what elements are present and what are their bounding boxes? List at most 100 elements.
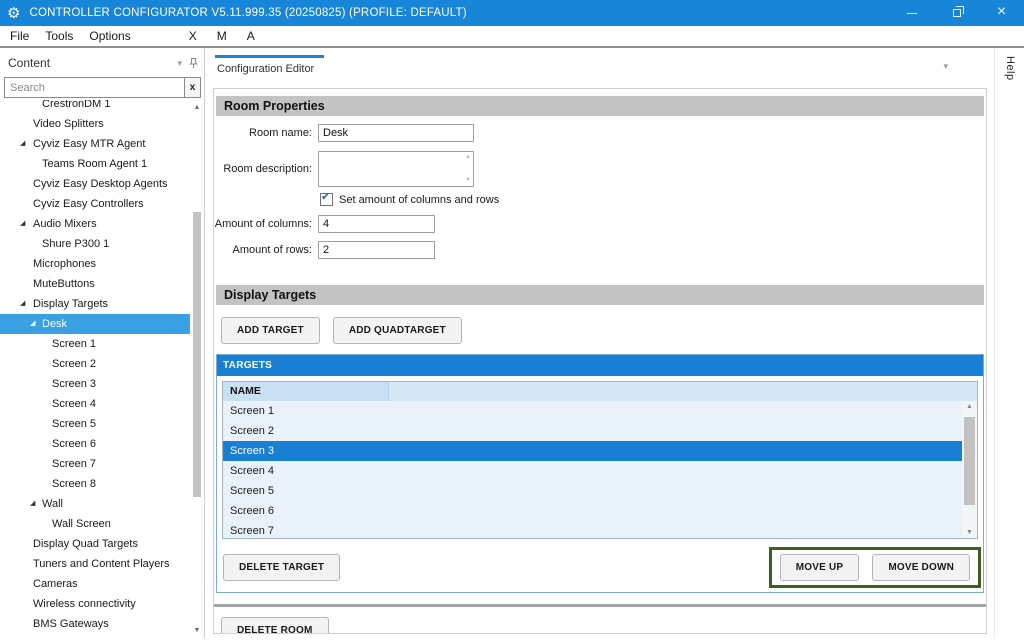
tree-item-tuners-and-content-players[interactable]: Tuners and Content Players (0, 554, 190, 574)
menu-a[interactable]: A (237, 29, 265, 43)
target-row-screen-4[interactable]: Screen 4 (223, 461, 962, 481)
panel-title: Content (8, 56, 50, 70)
tree-item-display-targets[interactable]: ◢Display Targets (0, 294, 190, 314)
scroll-down-icon[interactable]: ▼ (465, 177, 471, 183)
tree-item-label: Wall (42, 498, 63, 510)
delete-room-row: DELETE ROOM (214, 607, 986, 634)
tree-item-screen-5[interactable]: Screen 5 (0, 414, 190, 434)
room-name-input[interactable] (318, 124, 474, 142)
set-amount-label: Set amount of columns and rows (339, 194, 499, 206)
minimize-button[interactable] (889, 0, 934, 26)
scroll-up-icon[interactable]: ▲ (191, 104, 203, 111)
add-quadtarget-button[interactable]: ADD QUADTARGET (333, 317, 462, 344)
tree-scrollbar-thumb[interactable] (193, 212, 201, 497)
move-down-button[interactable]: MOVE DOWN (872, 554, 970, 581)
tree-item-wall-screen[interactable]: Wall Screen (0, 514, 190, 534)
tree-item-screen-2[interactable]: Screen 2 (0, 354, 190, 374)
tree-item-bms-gateways[interactable]: BMS Gateways (0, 614, 190, 634)
scroll-up-icon[interactable]: ▲ (962, 403, 977, 410)
tree-item-shure-p300-1[interactable]: Shure P300 1 (0, 234, 190, 254)
tree-item-screen-4[interactable]: Screen 4 (0, 394, 190, 414)
search-input[interactable] (4, 77, 185, 98)
scroll-down-icon[interactable]: ▼ (962, 529, 977, 536)
expander-icon[interactable]: ◢ (30, 314, 35, 334)
scroll-down-icon[interactable]: ▼ (191, 627, 203, 634)
tree-item-video-splitters[interactable]: Video Splitters (0, 114, 190, 134)
tree-item-display-quad-targets[interactable]: Display Quad Targets (0, 534, 190, 554)
target-row-screen-1[interactable]: Screen 1 (223, 401, 962, 421)
tree-item-screen-6[interactable]: Screen 6 (0, 434, 190, 454)
tree-item-screen-3[interactable]: Screen 3 (0, 374, 190, 394)
tree-scrollbar[interactable]: ▲ ▼ (191, 102, 203, 636)
expander-icon[interactable]: ◢ (20, 134, 25, 154)
scroll-up-icon[interactable]: ▲ (465, 154, 471, 160)
tab-configuration-editor[interactable]: Configuration Editor (215, 55, 324, 81)
set-amount-checkbox[interactable]: ✔ (320, 193, 333, 206)
tree-item-label: Cameras (33, 578, 78, 590)
content-panel-header: Content ▾ (0, 52, 204, 74)
menu-file[interactable]: File (2, 29, 37, 43)
delete-target-button[interactable]: DELETE TARGET (223, 554, 340, 581)
tree-item-mutebuttons[interactable]: MuteButtons (0, 274, 190, 294)
check-icon: ✔ (321, 191, 330, 203)
add-target-button[interactable]: ADD TARGET (221, 317, 320, 344)
tree-item-label: Screen 5 (52, 418, 96, 430)
amount-rows-row: Amount of rows: (214, 241, 986, 259)
menu-m[interactable]: M (207, 29, 237, 43)
room-properties-header: Room Properties (216, 96, 984, 116)
search-clear-button[interactable]: x (185, 77, 201, 98)
tree-item-label: Screen 1 (52, 338, 96, 350)
tree-item-crestrondm-1[interactable]: CrestronDM 1 (0, 100, 190, 114)
room-description-input[interactable] (318, 151, 474, 187)
targets-scrollbar[interactable]: ▲ ▼ (962, 401, 977, 538)
content-tree: CrestronDM 1Video Splitters◢Cyviz Easy M… (0, 100, 204, 640)
target-row-screen-7[interactable]: Screen 7 (223, 521, 962, 538)
amount-columns-label: Amount of columns: (214, 218, 312, 230)
menu-options[interactable]: Options (81, 29, 138, 43)
targets-scrollbar-thumb[interactable] (964, 417, 975, 505)
tree-item-label: BMS Gateways (33, 618, 109, 630)
tree-item-wall[interactable]: ◢ Wall (0, 494, 190, 514)
pin-icon[interactable] (189, 58, 198, 69)
tree-item-cyviz-easy-controllers[interactable]: Cyviz Easy Controllers (0, 194, 190, 214)
expander-icon[interactable]: ◢ (20, 214, 25, 234)
tree-item-teams-room-agent-1[interactable]: Teams Room Agent 1 (0, 154, 190, 174)
room-name-row: Room name: (214, 124, 986, 142)
tree-item-microphones[interactable]: Microphones (0, 254, 190, 274)
tree-item-cyviz-easy-desktop-agents[interactable]: Cyviz Easy Desktop Agents (0, 174, 190, 194)
menu-tools[interactable]: Tools (37, 29, 81, 43)
move-up-button[interactable]: MOVE UP (780, 554, 860, 581)
amount-columns-row: Amount of columns: (214, 215, 986, 233)
close-button[interactable]: × (979, 0, 1024, 26)
target-row-screen-5[interactable]: Screen 5 (223, 481, 962, 501)
tree-item-label: Cyviz Easy Controllers (33, 198, 144, 210)
tree-item-audio-mixers[interactable]: ◢Audio Mixers (0, 214, 190, 234)
menu-x[interactable]: X (179, 29, 207, 43)
expander-icon[interactable]: ◢ (20, 294, 25, 314)
room-description-label: Room description: (214, 163, 312, 175)
amount-columns-input[interactable] (318, 215, 435, 233)
target-row-screen-3[interactable]: Screen 3 (223, 441, 962, 461)
targets-group-title: TARGETS (217, 355, 983, 376)
targets-group: TARGETS NAME Screen 1Screen 2Screen 3Scr… (216, 354, 984, 593)
tree-item-screen-1[interactable]: Screen 1 (0, 334, 190, 354)
name-column-header[interactable]: NAME (223, 382, 389, 401)
targets-list-header: NAME (223, 382, 977, 401)
chevron-down-icon[interactable]: ▾ (177, 58, 182, 69)
tree-item-label: Wall Screen (52, 518, 111, 530)
restore-button[interactable] (934, 0, 979, 26)
tab-help[interactable]: Help (1004, 56, 1016, 81)
target-row-screen-6[interactable]: Screen 6 (223, 501, 962, 521)
tree-item-cyviz-easy-mtr-agent[interactable]: ◢Cyviz Easy MTR Agent (0, 134, 190, 154)
tree-item-screen-7[interactable]: Screen 7 (0, 454, 190, 474)
tree-item-cameras[interactable]: Cameras (0, 574, 190, 594)
tree-item-screen-8[interactable]: Screen 8 (0, 474, 190, 494)
tree-item-desk[interactable]: ◢Desk (0, 314, 190, 334)
delete-room-button[interactable]: DELETE ROOM (221, 617, 329, 634)
amount-rows-input[interactable] (318, 241, 435, 259)
tree-item-label: Microphones (33, 258, 96, 270)
chevron-down-icon[interactable]: ▾ (943, 61, 948, 72)
target-row-screen-2[interactable]: Screen 2 (223, 421, 962, 441)
tree-item-wireless-connectivity[interactable]: Wireless connectivity (0, 594, 190, 614)
expander-icon[interactable]: ◢ (30, 494, 35, 514)
